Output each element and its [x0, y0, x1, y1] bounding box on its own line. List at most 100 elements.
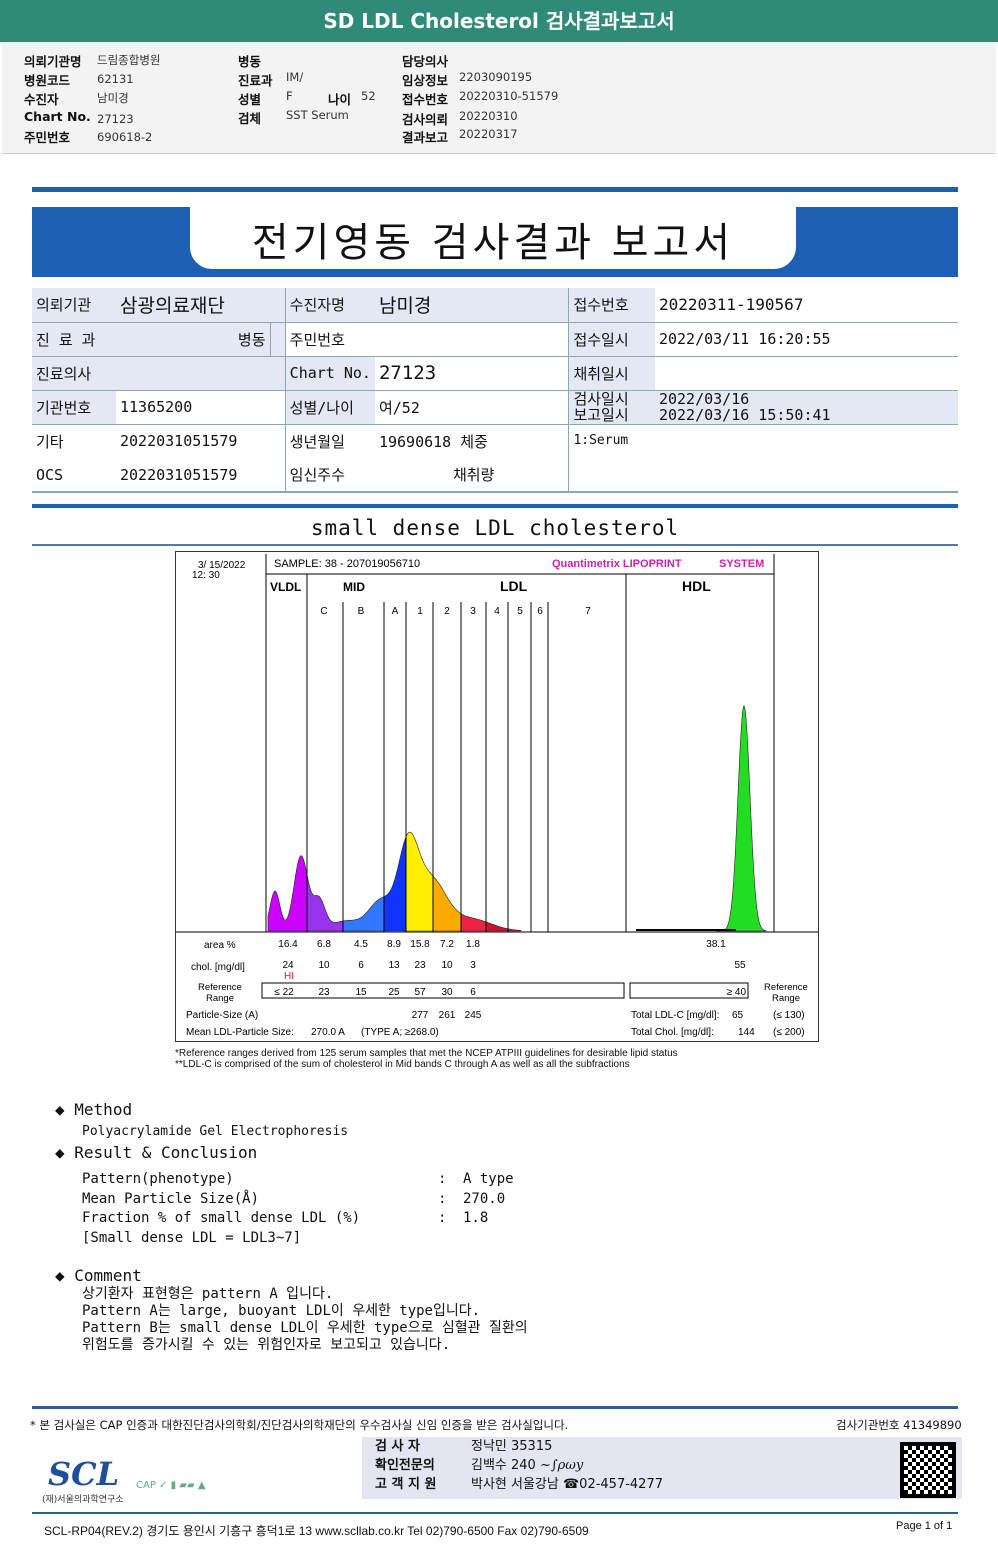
label: 임상정보: [402, 73, 449, 88]
signer-role: 고 객 지 원: [375, 1477, 437, 1492]
colon: :: [438, 1191, 447, 1207]
band-label-a: A: [392, 606, 399, 617]
result-title: Result & Conclusion: [74, 1143, 258, 1162]
group-ldl: LDL: [500, 578, 528, 594]
peak-b: [342, 896, 385, 932]
label: 담당의사: [402, 54, 449, 69]
cell: 주민번호: [285, 322, 375, 357]
cell: 27123: [374, 356, 570, 391]
particle-size-value: 245: [465, 1010, 482, 1021]
patient-info-table: 의뢰기관 삼광의료재단 수진자명 남미경 접수번호 20220311-190567 진 료…: [32, 288, 958, 493]
peak-1: [405, 831, 434, 932]
cell: 기타: [36, 432, 64, 451]
total-ldl-ref: (≤ 130): [773, 1010, 805, 1021]
particle-label: Particle-Size (A): [186, 1010, 258, 1021]
area-value: 6.8: [317, 939, 331, 950]
footnote: **LDL-C is comprised of the sum of chole…: [175, 1059, 630, 1070]
qr-code: [900, 1442, 956, 1498]
cell: 보고일시: [573, 406, 629, 424]
chol-value: 23: [414, 960, 426, 971]
label: 병원코드: [24, 73, 71, 88]
value: 690618-2: [97, 130, 153, 144]
row-label-ref-right: Range: [772, 993, 800, 1004]
ref-value: 23: [318, 987, 330, 998]
footnote: *Reference ranges derived from 125 serum…: [175, 1048, 678, 1059]
divider: [32, 504, 958, 508]
diamond-icon: ◆: [55, 1143, 65, 1162]
label: 나이: [328, 92, 352, 107]
signer-row: 고 객 지 원 박사현 서울강남 ☎02-457-4277: [375, 1475, 663, 1494]
total-ldl-label: Total LDL-C [mg/dl]:: [631, 1010, 719, 1021]
value: IM/: [286, 70, 304, 84]
chol-value: 6: [358, 960, 364, 971]
chol-value: 3: [470, 960, 476, 971]
label: 주민번호: [24, 130, 71, 145]
cell: 2022031051579: [116, 458, 286, 493]
value: 20220310-51579: [459, 89, 559, 103]
area-value: 1.8: [466, 939, 480, 950]
divider: [32, 1512, 958, 1514]
cell: [270, 322, 286, 357]
band-label-2: 2: [444, 606, 450, 617]
colon: :: [438, 1210, 447, 1226]
cell: 접수번호: [568, 288, 655, 323]
peak-a: [383, 836, 407, 932]
mean-label: Mean LDL-Particle Size:: [186, 1027, 294, 1038]
certification-note: * 본 검사실은 CAP 인증과 대한진단검사의학회/진단검사의학재단의 우수검…: [30, 1418, 569, 1432]
band-label-5: 5: [517, 606, 523, 617]
hdl-chol: 55: [734, 960, 746, 971]
signer-role: 확인전문의: [375, 1458, 435, 1473]
peak-3: [460, 913, 487, 932]
chart-footnotes: *Reference ranges derived from 125 serum…: [175, 1048, 678, 1070]
band-label-b: B: [358, 606, 365, 617]
row-label-ref: Range: [206, 993, 234, 1004]
ref-value: 25: [388, 987, 400, 998]
result-note: [Small dense LDL = LDL3~7]: [82, 1230, 302, 1246]
cell: 병동: [116, 322, 271, 357]
result-value: A type: [463, 1171, 514, 1187]
chol-value: 13: [388, 960, 400, 971]
cell: 성별/나이: [285, 390, 375, 425]
group-hdl: HDL: [682, 578, 711, 594]
cell: 2022031051579: [116, 424, 286, 458]
cell: 20220311-190567: [654, 288, 958, 323]
page-number: Page 1 of 1: [896, 1520, 953, 1532]
band-label-1: 1: [417, 606, 423, 617]
label: 성별: [238, 92, 262, 107]
cell: 의뢰기관: [32, 288, 116, 323]
total-chol-ref: (≤ 200): [773, 1027, 805, 1038]
method-text: Polyacrylamide Gel Electrophoresis: [82, 1124, 349, 1139]
cell: 여/52: [374, 390, 570, 425]
value: 남미경: [97, 91, 129, 105]
mean-value: 270.0 A: [311, 1027, 345, 1038]
value: 62131: [97, 72, 134, 86]
area-value: 15.8: [410, 939, 430, 950]
header-info: 의뢰기관명 드림종합병원 병원코드 62131 수진자 남미경 Chart No. 27…: [2, 42, 996, 154]
value: SST Serum: [286, 108, 349, 122]
result-heading: ◆ Result & Conclusion: [55, 1143, 257, 1162]
cell: Chart No.: [285, 356, 375, 391]
particle-size-value: 261: [439, 1010, 456, 1021]
value: 52: [361, 89, 376, 103]
signer-value: 정낙민 35315: [471, 1439, 553, 1454]
method-title: Method: [74, 1100, 133, 1119]
hdl-ref: ≥ 40: [727, 987, 747, 998]
total-chol-value: 144: [738, 1027, 755, 1038]
area-value: 8.9: [387, 939, 401, 950]
value: 드림종합병원: [97, 53, 161, 67]
label: Chart No.: [24, 109, 91, 124]
group-mid: MID: [343, 580, 365, 594]
diamond-icon: ◆: [55, 1100, 65, 1119]
scl-logo: SCL: [48, 1455, 120, 1493]
value: 20220310: [459, 109, 518, 123]
cell: [654, 356, 958, 391]
value: F: [286, 89, 293, 103]
cell: OCS: [32, 458, 116, 493]
cell: 남미경: [374, 288, 570, 323]
peak-4: [485, 921, 522, 932]
result-value: 1.8: [463, 1210, 489, 1226]
page-title: 전기영동 검사결과 보고서: [251, 220, 735, 266]
cell: 2022/03/16 15:50:41: [658, 406, 831, 424]
row-label-ref-right: Reference: [764, 982, 808, 993]
result-key: Pattern(phenotype): [82, 1171, 234, 1187]
